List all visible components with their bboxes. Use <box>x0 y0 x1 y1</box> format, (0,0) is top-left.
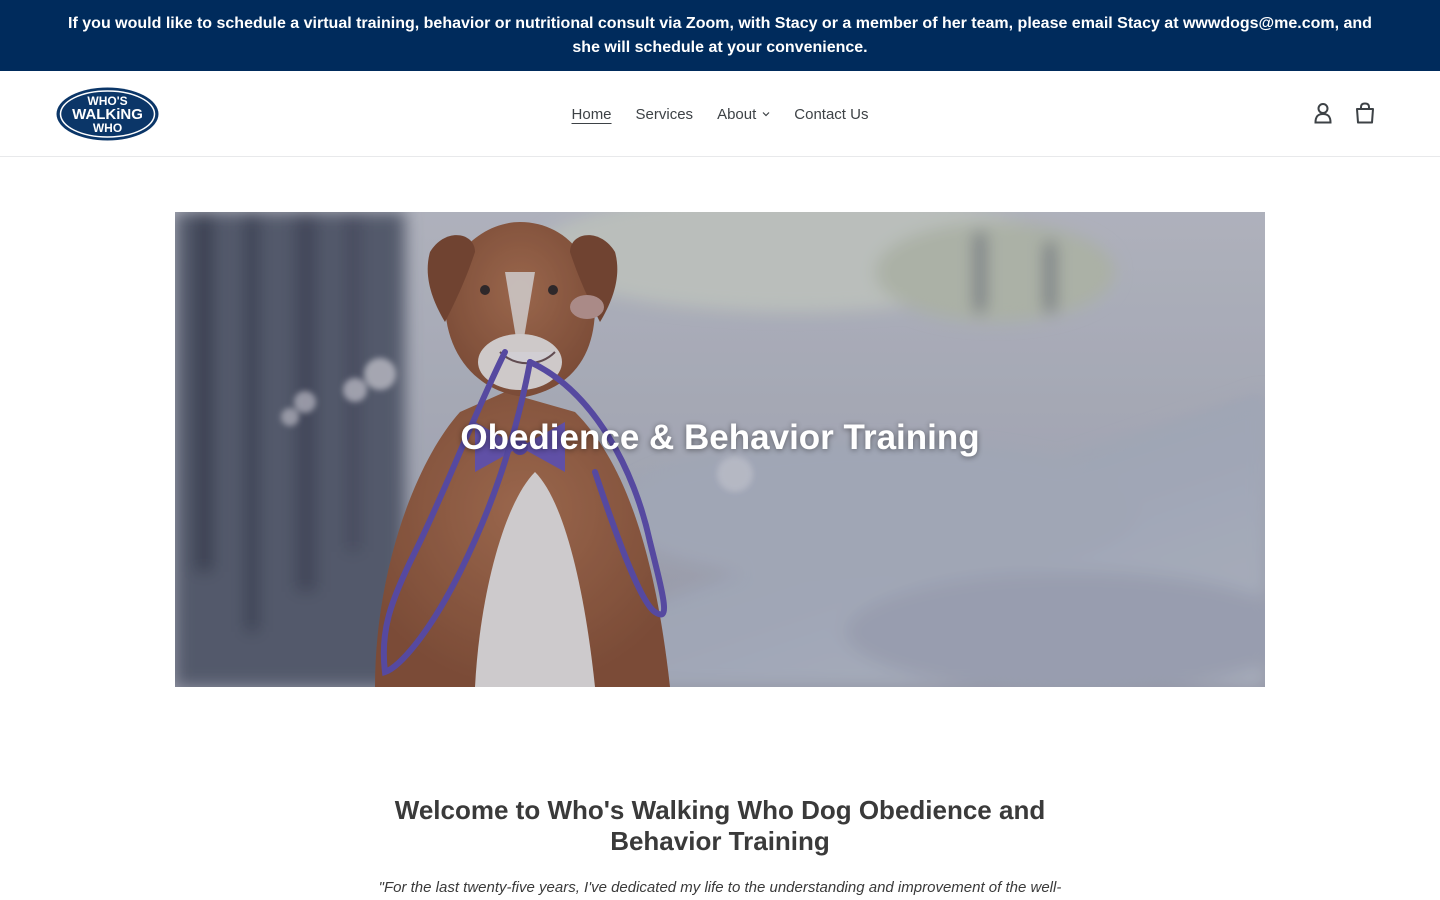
nav-item-label: Contact Us <box>794 105 869 123</box>
nav-item-about[interactable]: About <box>705 106 782 123</box>
hero-banner: Obedience & Behavior Training <box>175 212 1265 687</box>
nav-item-services[interactable]: Services <box>624 106 706 123</box>
chevron-down-icon <box>762 112 770 117</box>
account-icon[interactable] <box>1312 101 1334 125</box>
welcome-heading: Welcome to Who's Walking Who Dog Obedien… <box>394 795 1046 856</box>
cart-icon[interactable] <box>1354 101 1376 125</box>
intro-quote: "For the last twenty-five years, I've de… <box>378 879 1062 896</box>
announcement-text: If you would like to schedule a virtual … <box>68 14 1372 56</box>
site-logo[interactable]: WHO'S WALKiNG WHO <box>55 86 160 142</box>
hero-title: Obedience & Behavior Training <box>460 418 980 457</box>
site-header: WHO'S WALKiNG WHO Home Services About Co… <box>0 71 1440 157</box>
nav-item-label: About <box>717 105 757 123</box>
logo-line-3: WHO <box>93 121 122 135</box>
announcement-bar: If you would like to schedule a virtual … <box>0 0 1440 71</box>
header-icons <box>1312 101 1376 125</box>
nav-item-contact[interactable]: Contact Us <box>782 106 880 123</box>
nav-item-label: Home <box>571 105 612 123</box>
main-nav: Home Services About Contact Us <box>0 71 1440 157</box>
nav-item-home[interactable]: Home <box>560 106 624 123</box>
nav-item-label: Services <box>635 105 694 123</box>
